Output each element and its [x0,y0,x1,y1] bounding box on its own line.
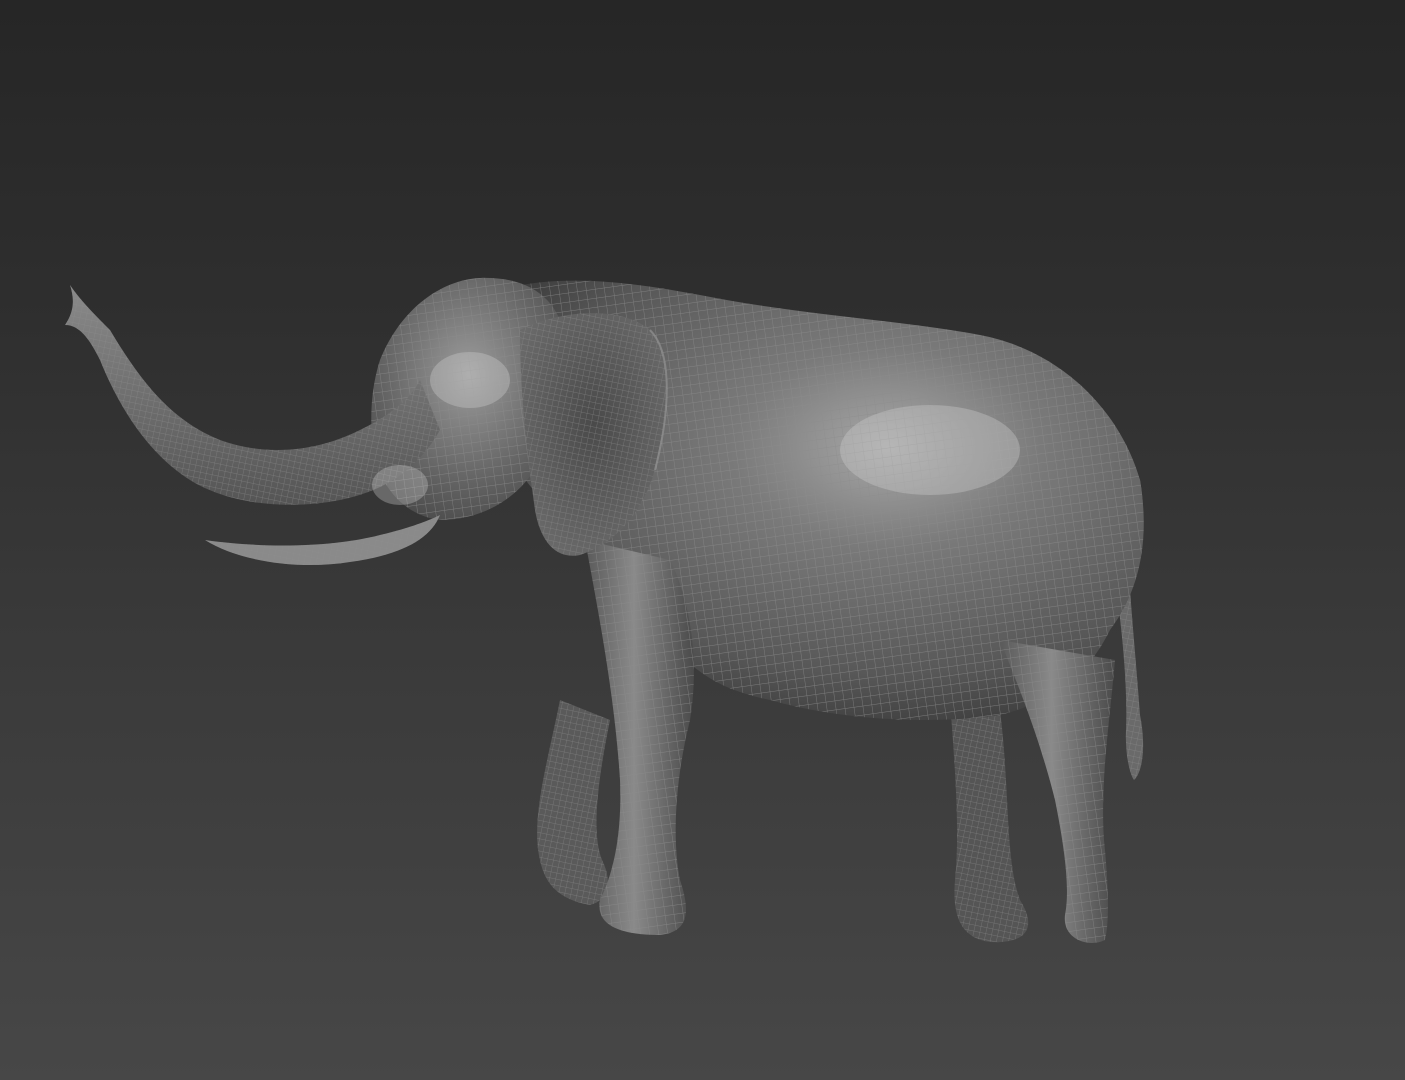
tusk-icon [205,515,440,566]
elephant-model-icon[interactable] [0,0,1405,1080]
3d-viewport[interactable] [0,0,1405,1080]
